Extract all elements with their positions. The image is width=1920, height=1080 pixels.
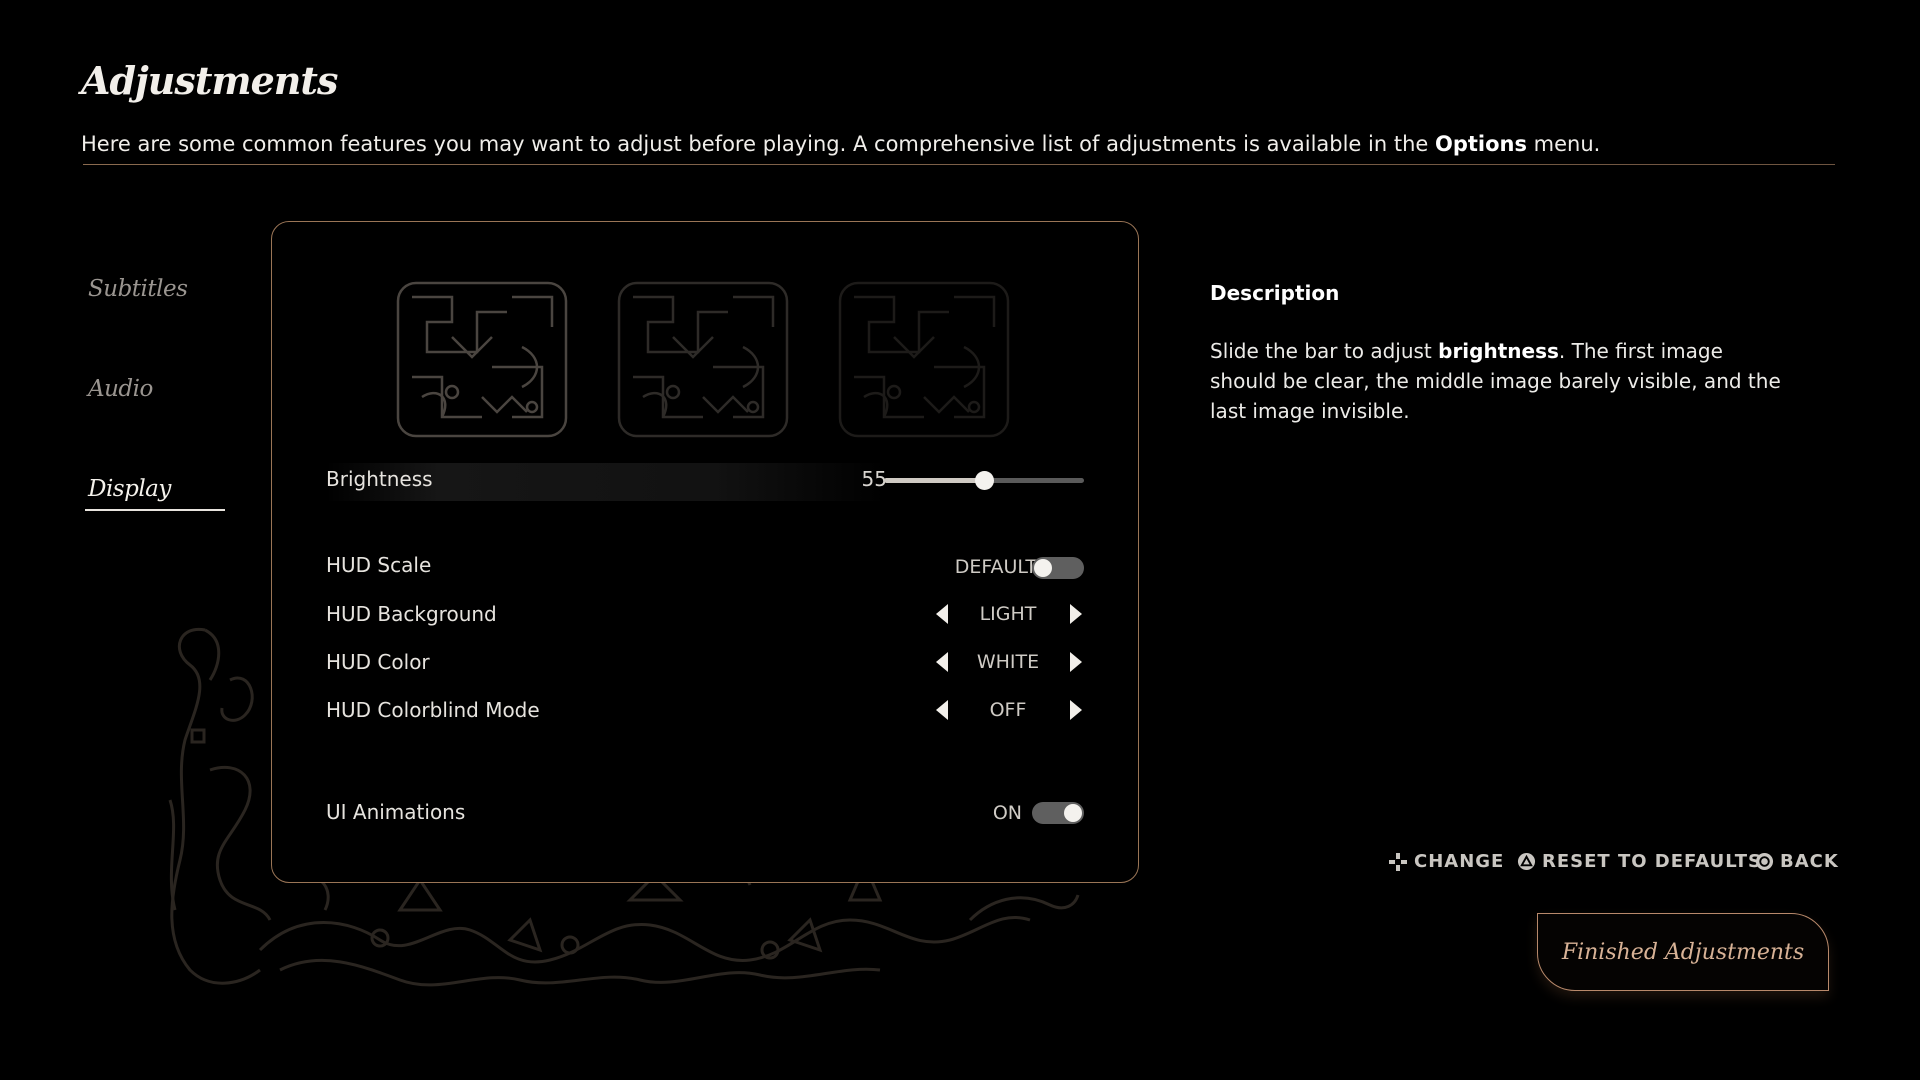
display-settings-panel: Brightness 55 HUD Scale DEFAULT HUD Back… xyxy=(271,221,1139,883)
brightness-slider-handle[interactable] xyxy=(974,471,994,490)
sidebar-item-subtitles[interactable]: Subtitles xyxy=(88,276,188,302)
back-hint[interactable]: BACK xyxy=(1755,851,1839,872)
title-divider xyxy=(83,164,1835,165)
sidebar-item-audio[interactable]: Audio xyxy=(88,376,153,402)
hud-background-next-arrow-icon[interactable] xyxy=(1070,604,1082,624)
toggle-knob xyxy=(1034,559,1052,577)
finished-adjustments-button[interactable]: Finished Adjustments xyxy=(1537,913,1829,991)
brightness-sample-invisible-icon xyxy=(838,281,1010,438)
hud-color-next-arrow-icon[interactable] xyxy=(1070,652,1082,672)
change-hint[interactable]: CHANGE xyxy=(1388,851,1504,872)
brightness-label: Brightness xyxy=(326,467,433,491)
hud-colorblind-next-arrow-icon[interactable] xyxy=(1070,700,1082,720)
brightness-sample-faint-icon xyxy=(617,281,789,438)
hud-scale-toggle[interactable] xyxy=(1032,557,1084,579)
hud-scale-label: HUD Scale xyxy=(326,553,432,577)
hud-background-prev-arrow-icon[interactable] xyxy=(936,604,948,624)
hud-scale-value: DEFAULT xyxy=(954,556,1037,578)
hud-color-value: WHITE xyxy=(976,651,1040,673)
page-subtitle: Here are some common features you may wa… xyxy=(81,132,1601,156)
sidebar-active-underline xyxy=(85,509,225,511)
sidebar-item-display[interactable]: Display xyxy=(88,476,171,502)
ui-animations-toggle[interactable] xyxy=(1032,802,1084,824)
reset-defaults-hint[interactable]: RESET TO DEFAULTS xyxy=(1517,851,1762,872)
dpad-icon xyxy=(1389,852,1407,871)
page-title: Adjustments xyxy=(81,58,338,103)
hud-colorblind-label: HUD Colorblind Mode xyxy=(326,698,540,722)
description-heading: Description xyxy=(1210,281,1340,305)
ui-animations-label: UI Animations xyxy=(326,800,466,824)
circle-button-icon xyxy=(1755,852,1774,871)
brightness-value: 55 xyxy=(861,467,887,491)
hud-color-label: HUD Color xyxy=(326,650,430,674)
description-text: Slide the bar to adjust brightness. The … xyxy=(1210,339,1781,423)
brightness-sample-clear-icon xyxy=(396,281,568,438)
ui-animations-value: ON xyxy=(992,802,1022,824)
triangle-button-icon xyxy=(1517,852,1536,871)
hud-background-value: LIGHT xyxy=(979,603,1037,625)
toggle-knob xyxy=(1064,804,1082,822)
hud-colorblind-value: OFF xyxy=(989,699,1027,721)
hud-color-prev-arrow-icon[interactable] xyxy=(936,652,948,672)
options-menu-reference: Options xyxy=(1435,132,1527,156)
hud-colorblind-prev-arrow-icon[interactable] xyxy=(936,700,948,720)
hud-background-label: HUD Background xyxy=(326,602,497,626)
